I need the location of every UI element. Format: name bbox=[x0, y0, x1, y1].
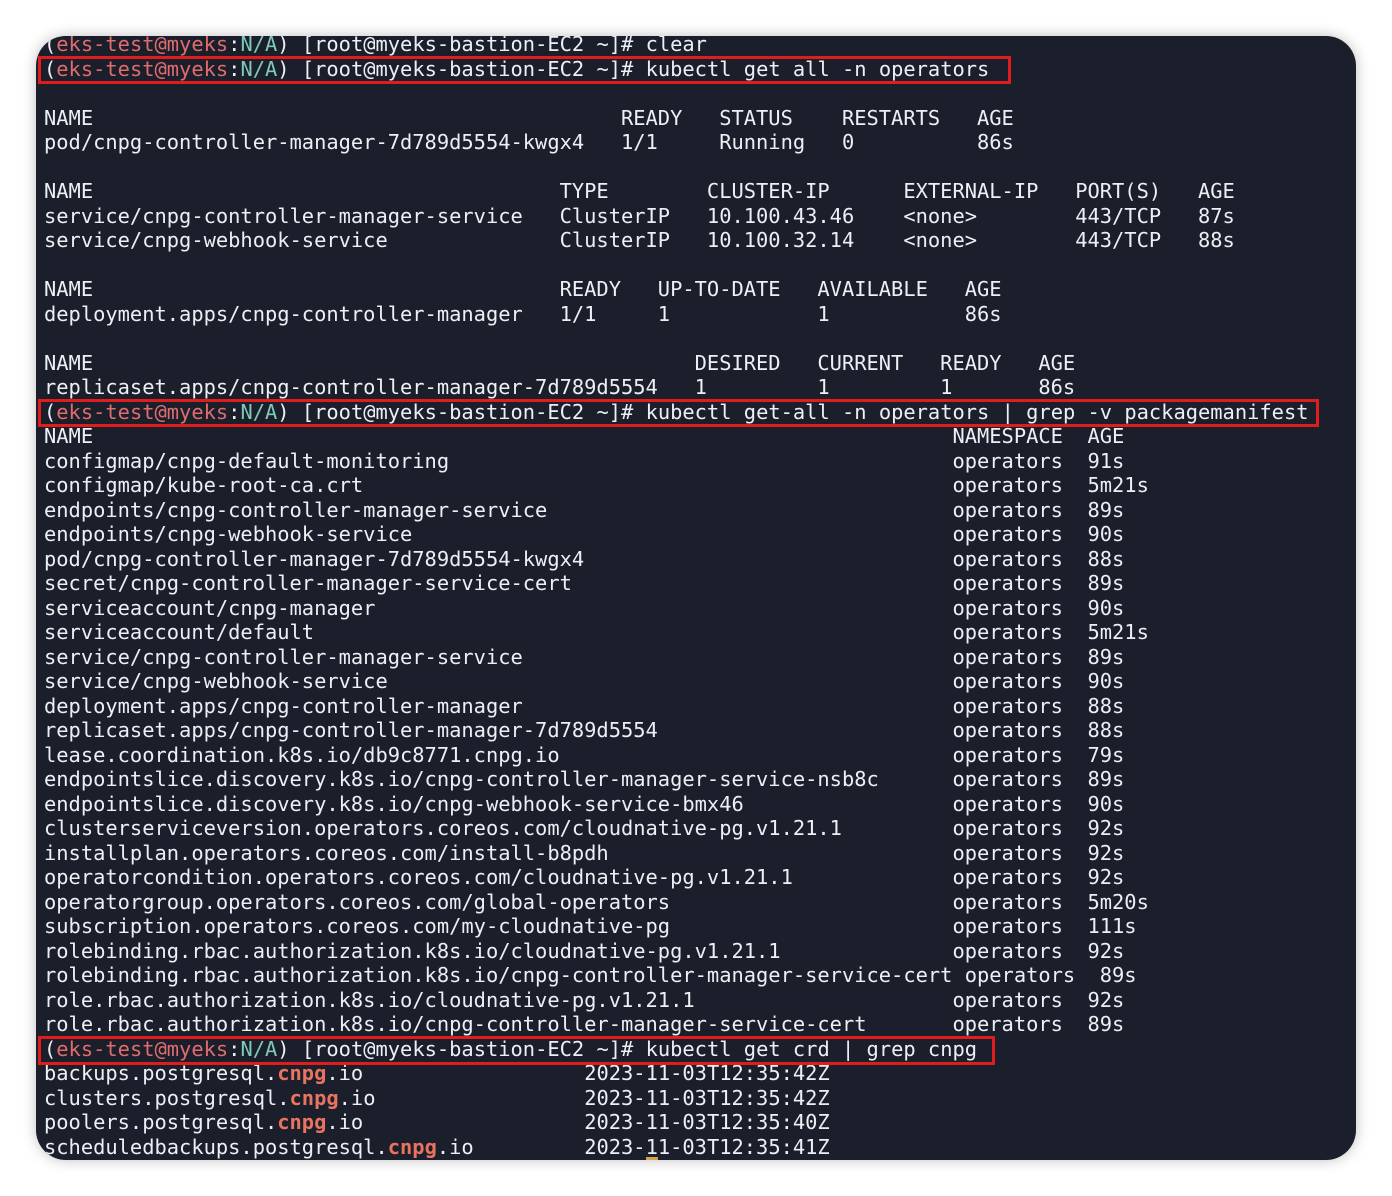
output-line: deployment.apps/cnpg-controller-manager … bbox=[44, 693, 1125, 718]
prompt-open: ( bbox=[44, 399, 57, 424]
output-line: rolebinding.rbac.authorization.k8s.io/cl… bbox=[44, 938, 1125, 963]
prompt-line-clear[interactable]: (eks-test@myeks:N/A) [root@myeks-bastion… bbox=[44, 36, 1356, 57]
output-line: service/cnpg-webhook-service operators 9… bbox=[44, 669, 1125, 693]
output-line: deployment.apps/cnpg-controller-manager … bbox=[44, 301, 1002, 326]
crd-name-prefix: poolers.postgresql. bbox=[44, 1110, 278, 1134]
crd-name-suffix: .io bbox=[338, 1085, 376, 1110]
prompt-open: ( bbox=[44, 56, 57, 81]
output-line: operatorcondition.operators.coreos.com/c… bbox=[44, 865, 1125, 889]
prompt-separator: : bbox=[228, 36, 241, 56]
output-line: service/cnpg-controller-manager-service … bbox=[44, 203, 1235, 228]
crd-row: poolers.postgresql.cnpg.io 2023-11-03T12… bbox=[44, 1110, 1356, 1135]
output-line: rolebinding.rbac.authorization.k8s.io/cn… bbox=[44, 963, 1137, 987]
prompt-open: ( bbox=[44, 1036, 57, 1061]
output-line: service/cnpg-webhook-service ClusterIP 1… bbox=[44, 228, 1235, 252]
prompt-separator: : bbox=[228, 1036, 241, 1061]
output-line: serviceaccount/cnpg-manager operators 90… bbox=[44, 595, 1125, 620]
prompt-open: ( bbox=[44, 36, 57, 56]
output-line: serviceaccount/default operators 5m21s bbox=[44, 620, 1149, 644]
output-line: endpoints/cnpg-controller-manager-servic… bbox=[44, 497, 1125, 522]
prompt-user: eks-test@myeks bbox=[56, 399, 229, 424]
output-line: secret/cnpg-controller-manager-service-c… bbox=[44, 571, 1125, 595]
command-text: kubectl get all -n operators bbox=[645, 56, 990, 81]
prompt-host: ) [root@myeks-bastion-EC2 ~]# bbox=[277, 36, 646, 56]
prompt-context: N/A bbox=[240, 1036, 278, 1061]
crd-padding bbox=[363, 1110, 584, 1134]
output-line: role.rbac.authorization.k8s.io/cnpg-cont… bbox=[44, 1012, 1125, 1036]
prompt-separator: : bbox=[228, 399, 241, 424]
crd-name-match: cnpg bbox=[387, 1134, 437, 1159]
output-line: NAME NAMESPACE AGE bbox=[44, 424, 1125, 448]
output-line: endpointslice.discovery.k8s.io/cnpg-cont… bbox=[44, 767, 1125, 791]
output-line: NAME TYPE CLUSTER-IP EXTERNAL-IP PORT(S)… bbox=[44, 179, 1235, 203]
output-line: role.rbac.authorization.k8s.io/cloudnati… bbox=[44, 987, 1125, 1012]
crd-name-prefix: backups.postgresql. bbox=[44, 1061, 278, 1085]
output-line: clusterserviceversion.operators.coreos.c… bbox=[44, 816, 1125, 840]
output-line: pod/cnpg-controller-manager-7d789d5554-k… bbox=[44, 546, 1125, 571]
crd-name-prefix: clusters.postgresql. bbox=[44, 1085, 290, 1110]
prompt-line-get-all-grep[interactable]: (eks-test@myeks:N/A) [root@myeks-bastion… bbox=[44, 400, 1356, 425]
output-line: installplan.operators.coreos.com/install… bbox=[44, 840, 1125, 865]
output-line: NAME READY UP-TO-DATE AVAILABLE AGE bbox=[44, 277, 1002, 301]
crd-created-at: 2023-11-03T12:35:40Z bbox=[584, 1110, 830, 1134]
prompt-context: N/A bbox=[240, 399, 278, 424]
prompt-context: N/A bbox=[240, 36, 278, 56]
output-line: configmap/cnpg-default-monitoring operat… bbox=[44, 448, 1125, 473]
prompt-host: ) [root@myeks-bastion-EC2 ~]# bbox=[277, 56, 646, 81]
crd-name-suffix: .io bbox=[326, 1110, 364, 1134]
prompt-context: N/A bbox=[240, 56, 278, 81]
prompt-separator: : bbox=[228, 56, 241, 81]
crd-name-match: cnpg bbox=[277, 1061, 327, 1085]
crd-padding bbox=[363, 1061, 584, 1085]
terminal-screen: (eks-test@myeks:N/A) [root@myeks-bastion… bbox=[44, 36, 1356, 1159]
output-line: service/cnpg-controller-manager-service … bbox=[44, 644, 1125, 669]
output-line: endpointslice.discovery.k8s.io/cnpg-webh… bbox=[44, 791, 1125, 816]
crd-padding bbox=[375, 1086, 584, 1110]
command-text: clear bbox=[645, 36, 707, 56]
crd-name-match: cnpg bbox=[277, 1110, 327, 1134]
crd-created-at: 2023-11-03T12:35:41Z bbox=[584, 1134, 830, 1159]
output-line: replicaset.apps/cnpg-controller-manager-… bbox=[44, 375, 1076, 399]
crd-created-at: 2023-11-03T12:35:42Z bbox=[584, 1061, 830, 1085]
prompt-host: ) [root@myeks-bastion-EC2 ~]# bbox=[277, 1036, 646, 1061]
crd-name-suffix: .io bbox=[436, 1134, 474, 1159]
output-line: replicaset.apps/cnpg-controller-manager-… bbox=[44, 718, 1125, 742]
crd-name-suffix: .io bbox=[326, 1061, 364, 1085]
crd-row: backups.postgresql.cnpg.io 2023-11-03T12… bbox=[44, 1061, 1356, 1086]
cursor-icon bbox=[646, 1157, 658, 1160]
prompt-line-get-crd[interactable]: (eks-test@myeks:N/A) [root@myeks-bastion… bbox=[44, 1037, 1356, 1062]
crd-name-prefix: scheduledbackups.postgresql. bbox=[44, 1134, 388, 1159]
output-line: pod/cnpg-controller-manager-7d789d5554-k… bbox=[44, 130, 1014, 154]
output-line: lease.coordination.k8s.io/db9c8771.cnpg.… bbox=[44, 742, 1125, 767]
prompt-line-get-all[interactable]: (eks-test@myeks:N/A) [root@myeks-bastion… bbox=[44, 57, 1356, 82]
command-text: kubectl get-all -n operators | grep -v p… bbox=[645, 399, 1309, 424]
crd-row: clusters.postgresql.cnpg.io 2023-11-03T1… bbox=[44, 1086, 1356, 1111]
output-line: operatorgroup.operators.coreos.com/globa… bbox=[44, 889, 1149, 914]
crd-name-match: cnpg bbox=[289, 1085, 339, 1110]
prompt-user: eks-test@myeks bbox=[56, 36, 229, 56]
crd-row: scheduledbackups.postgresql.cnpg.io 2023… bbox=[44, 1135, 1356, 1160]
terminal-window[interactable]: (eks-test@myeks:N/A) [root@myeks-bastion… bbox=[36, 36, 1356, 1160]
prompt-user: eks-test@myeks bbox=[56, 1036, 229, 1061]
output-line: subscription.operators.coreos.com/my-clo… bbox=[44, 914, 1137, 938]
crd-created-at: 2023-11-03T12:35:42Z bbox=[584, 1085, 830, 1110]
output-line: configmap/kube-root-ca.crt operators 5m2… bbox=[44, 473, 1149, 497]
command-text: kubectl get crd | grep cnpg bbox=[645, 1036, 978, 1061]
output-line: NAME READY STATUS RESTARTS AGE bbox=[44, 105, 1014, 130]
output-line: endpoints/cnpg-webhook-service operators… bbox=[44, 522, 1125, 546]
prompt-user: eks-test@myeks bbox=[56, 56, 229, 81]
crd-padding bbox=[474, 1135, 585, 1159]
output-line: NAME DESIRED CURRENT READY AGE bbox=[44, 350, 1076, 375]
prompt-host: ) [root@myeks-bastion-EC2 ~]# bbox=[277, 399, 646, 424]
